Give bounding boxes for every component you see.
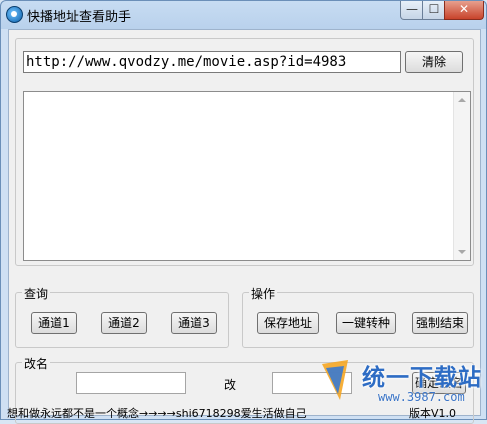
close-button[interactable]: ✕ <box>444 1 484 20</box>
change-label: 改 <box>224 378 237 392</box>
title-bar[interactable]: 快播地址查看助手 — ☐ ✕ <box>1 1 486 27</box>
window-title: 快播地址查看助手 <box>27 10 132 25</box>
qvod-player-icon <box>6 6 23 23</box>
channel-1-button[interactable]: 通道1 <box>31 312 77 334</box>
save-address-button[interactable]: 保存地址 <box>257 312 319 334</box>
version-label: 版本V1.0 <box>408 407 456 420</box>
url-input[interactable]: http://www.qvodzy.me/movie.asp?id=4983 <box>23 51 401 73</box>
clear-button[interactable]: 清除 <box>405 51 463 73</box>
convert-seed-button[interactable]: 一键转种 <box>336 312 396 334</box>
action-group-legend: 操作 <box>249 285 278 302</box>
maximize-button[interactable]: ☐ <box>422 1 446 20</box>
channel-2-button[interactable]: 通道2 <box>101 312 147 334</box>
client-area: http://www.qvodzy.me/movie.asp?id=4983 清… <box>8 29 481 424</box>
minimize-button[interactable]: — <box>400 1 424 20</box>
channel-3-button[interactable]: 通道3 <box>171 312 217 334</box>
app-window: 快播地址查看助手 — ☐ ✕ http://www.qvodzy.me/movi… <box>0 0 487 424</box>
status-bar: 想和做永远都不是一个概念→→→→shi6718298爱生活做自己 版本V1.0 <box>7 406 482 421</box>
force-stop-button[interactable]: 强制结束 <box>412 312 468 334</box>
result-textarea[interactable] <box>23 91 471 261</box>
confirm-rename-button[interactable]: 确定改名 <box>412 372 466 394</box>
rename-group-legend: 改名 <box>22 355 51 372</box>
scroll-down-icon[interactable] <box>458 250 466 254</box>
rename-from-input[interactable] <box>76 372 186 394</box>
vertical-scrollbar[interactable] <box>453 92 470 260</box>
query-group-legend: 查询 <box>22 285 51 302</box>
scroll-up-icon[interactable] <box>458 98 466 102</box>
status-message: 想和做永远都不是一个概念→→→→shi6718298爱生活做自己 <box>7 407 307 420</box>
rename-to-input[interactable] <box>272 372 352 394</box>
